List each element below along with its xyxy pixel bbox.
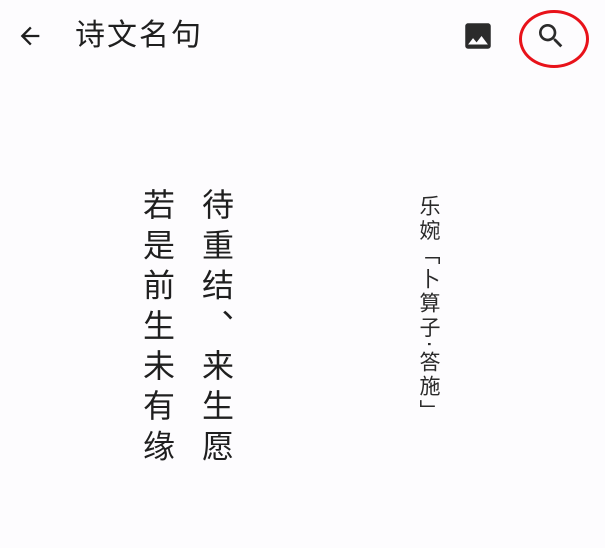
poem-source: 「卜算子·答施」 — [417, 243, 441, 424]
poem-author: 乐婉 — [417, 195, 441, 244]
image-button[interactable] — [456, 14, 500, 58]
back-button[interactable] — [8, 14, 52, 58]
poem-line-1: 待重结、来生愿 — [197, 188, 235, 470]
search-button[interactable] — [527, 12, 575, 60]
image-icon — [465, 23, 491, 49]
poem-attribution: 乐婉「卜算子·答施」 — [414, 195, 444, 424]
app-bar: 诗文名句 — [0, 0, 605, 72]
arrow-left-icon — [20, 26, 40, 46]
page-title: 诗文名句 — [75, 18, 203, 53]
search-icon — [539, 24, 563, 48]
poem-line-2: 若是前生未有缘 — [138, 188, 176, 470]
poem-quote-screen: 诗文名句 待重结、来生愿 若是前生未有缘 乐婉「卜算子·答施」 — [0, 0, 605, 548]
